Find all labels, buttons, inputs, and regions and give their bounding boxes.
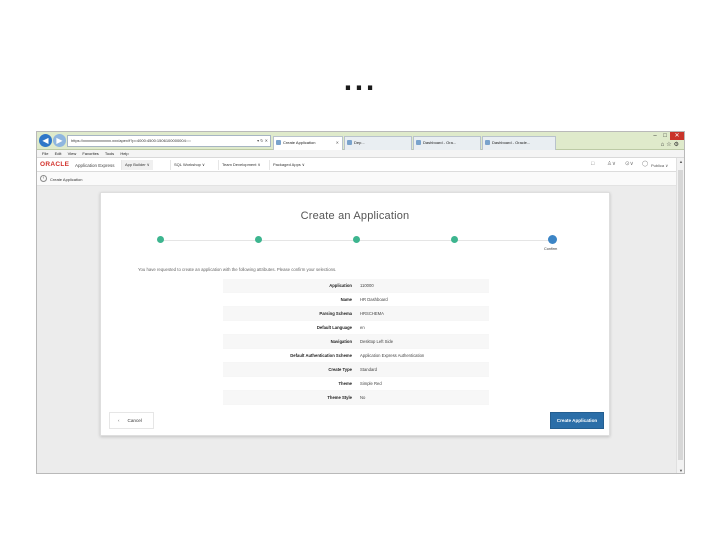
nav-packaged-apps[interactable]: Packaged Apps ∨ [269, 160, 308, 170]
summary-value: Simple Red [360, 381, 382, 386]
table-row: Default Authentication Scheme Applicatio… [223, 349, 489, 363]
summary-label: Navigation [330, 339, 352, 344]
breadcrumb[interactable]: Create Application [50, 177, 82, 182]
menu-view[interactable]: View [68, 151, 77, 156]
summary-label: Name [340, 297, 352, 302]
summary-value: No [360, 395, 366, 400]
wizard-step-current [548, 235, 557, 244]
nav-sql-workshop[interactable]: SQL Workshop ∨ [170, 160, 208, 170]
address-bar-controls[interactable]: ▾ ↻ ✕ [257, 136, 268, 146]
menu-help[interactable]: Help [120, 151, 128, 156]
summary-value: en [360, 325, 365, 330]
menu-tools[interactable]: Tools [105, 151, 114, 156]
cancel-label: Cancel [127, 418, 142, 423]
browser-window: ◀ ▶ https://xxxxxxxxxxxxxx.xxx/apex/f?p=… [36, 131, 685, 474]
wizard-step-label: Confirm [544, 247, 558, 251]
user-menu[interactable]: Publica ∨ [651, 163, 668, 168]
page-icon [347, 140, 352, 145]
back-circle-icon[interactable]: ‹ [40, 175, 47, 182]
summary-value: Desktop Left Side [360, 339, 394, 344]
address-bar[interactable]: https://xxxxxxxxxxxxxx.xxx/apex/f?p=4000… [67, 135, 271, 147]
chevron-left-icon: ‹ [118, 418, 120, 423]
tab-create-application[interactable]: Create Application ✕ [273, 136, 343, 150]
create-application-button[interactable]: Create Application [550, 412, 604, 429]
vertical-scrollbar[interactable]: ▲ ▼ [676, 158, 684, 473]
menu-favorites[interactable]: Favorites [82, 151, 98, 156]
table-row: Parsing Schema HRSCHEMA [223, 307, 489, 321]
nav-app-builder[interactable]: App Builder ∨ [121, 160, 153, 170]
table-row: Navigation Desktop Left Side [223, 335, 489, 349]
nav-team-development[interactable]: Team Development ∨ [218, 160, 264, 170]
create-application-dialog: Create an Application Confirm You have r… [100, 192, 610, 436]
apex-header: ORACLE Application Express App Builder ∨… [37, 158, 684, 172]
menu-bar: File Edit View Favorites Tools Help [37, 150, 684, 158]
maximize-button[interactable]: □ [660, 132, 670, 140]
summary-value: HR Dashboard [360, 297, 388, 302]
table-row: Create Type Standard [223, 363, 489, 377]
summary-label: Application [329, 283, 352, 288]
menu-file[interactable]: File [42, 151, 48, 156]
page-icon [485, 140, 490, 145]
confirmation-intro: You have requested to create an applicat… [138, 267, 337, 272]
summary-label: Default Authentication Scheme [290, 353, 352, 358]
oracle-logo[interactable]: ORACLE [40, 161, 69, 168]
page-icon [276, 140, 281, 145]
tab-dashboard-2[interactable]: Dashboard - Oracle... [482, 136, 556, 150]
help-icon[interactable]: ⊙∨ [625, 161, 634, 167]
notifications-icon[interactable]: ♙∨ [607, 161, 616, 167]
scroll-down-arrow-icon[interactable]: ▼ [677, 467, 684, 473]
search-icon[interactable]: □ [591, 161, 594, 167]
page-icon [416, 140, 421, 145]
wizard-step-done [451, 236, 458, 243]
minimize-button[interactable]: – [650, 132, 660, 140]
summary-label: Default Language [316, 325, 352, 330]
summary-value: Application Express Authentication [360, 353, 425, 358]
summary-value: Standard [360, 367, 377, 372]
table-row: Theme Simple Red [223, 377, 489, 391]
wizard-step-done [255, 236, 262, 243]
tab-label: Dashboard - Ora... [423, 140, 457, 145]
summary-label: Create Type [328, 367, 352, 372]
tab-label: Dashboard - Oracle... [492, 140, 531, 145]
close-tab-icon[interactable]: ✕ [336, 137, 339, 149]
close-window-button[interactable]: ✕ [670, 132, 684, 140]
cancel-button[interactable]: ‹ Cancel [109, 412, 154, 429]
tab-dep[interactable]: Dep... [344, 136, 412, 150]
address-bar-url: https://xxxxxxxxxxxxxx.xxx/apex/f?p=4000… [71, 138, 192, 143]
table-row: Theme Style No [223, 391, 489, 405]
browser-toolbar: ◀ ▶ https://xxxxxxxxxxxxxx.xxx/apex/f?p=… [37, 132, 684, 150]
user-avatar-icon[interactable]: ◯ [642, 161, 648, 167]
tab-label: Create Application [283, 140, 316, 145]
summary-value: 110000 [360, 283, 374, 288]
summary-label: Theme Style [327, 395, 352, 400]
table-row: Default Language en [223, 321, 489, 335]
product-name: Application Express [75, 163, 115, 168]
forward-arrow-icon[interactable]: ▶ [53, 134, 66, 147]
summary-label: Theme [338, 381, 353, 386]
dialog-title: Create an Application [300, 210, 410, 222]
slide: ... ◀ ▶ https://xxxxxxxxxxxxxx.xxx/apex/… [0, 0, 720, 540]
tab-dashboard-1[interactable]: Dashboard - Ora... [413, 136, 481, 150]
scroll-up-arrow-icon[interactable]: ▲ [677, 158, 684, 166]
wizard-step-done [353, 236, 360, 243]
scroll-thumb[interactable] [678, 170, 683, 460]
browser-toolbar-icons[interactable]: ⌂☆⚙ [661, 141, 681, 148]
wizard-step-done [157, 236, 164, 243]
summary-table: Application 110000 Name HR Dashboard Par… [223, 279, 489, 405]
summary-label: Parsing Schema [319, 311, 352, 316]
back-arrow-icon[interactable]: ◀ [39, 134, 52, 147]
summary-value: HRSCHEMA [360, 311, 384, 316]
menu-edit[interactable]: Edit [55, 151, 62, 156]
breadcrumb-bar: ‹ Create Application [37, 172, 684, 186]
tab-label: Dep... [354, 140, 365, 145]
table-row: Name HR Dashboard [223, 293, 489, 307]
table-row: Application 110000 [223, 279, 489, 293]
ellipsis-text: ... [343, 68, 377, 96]
